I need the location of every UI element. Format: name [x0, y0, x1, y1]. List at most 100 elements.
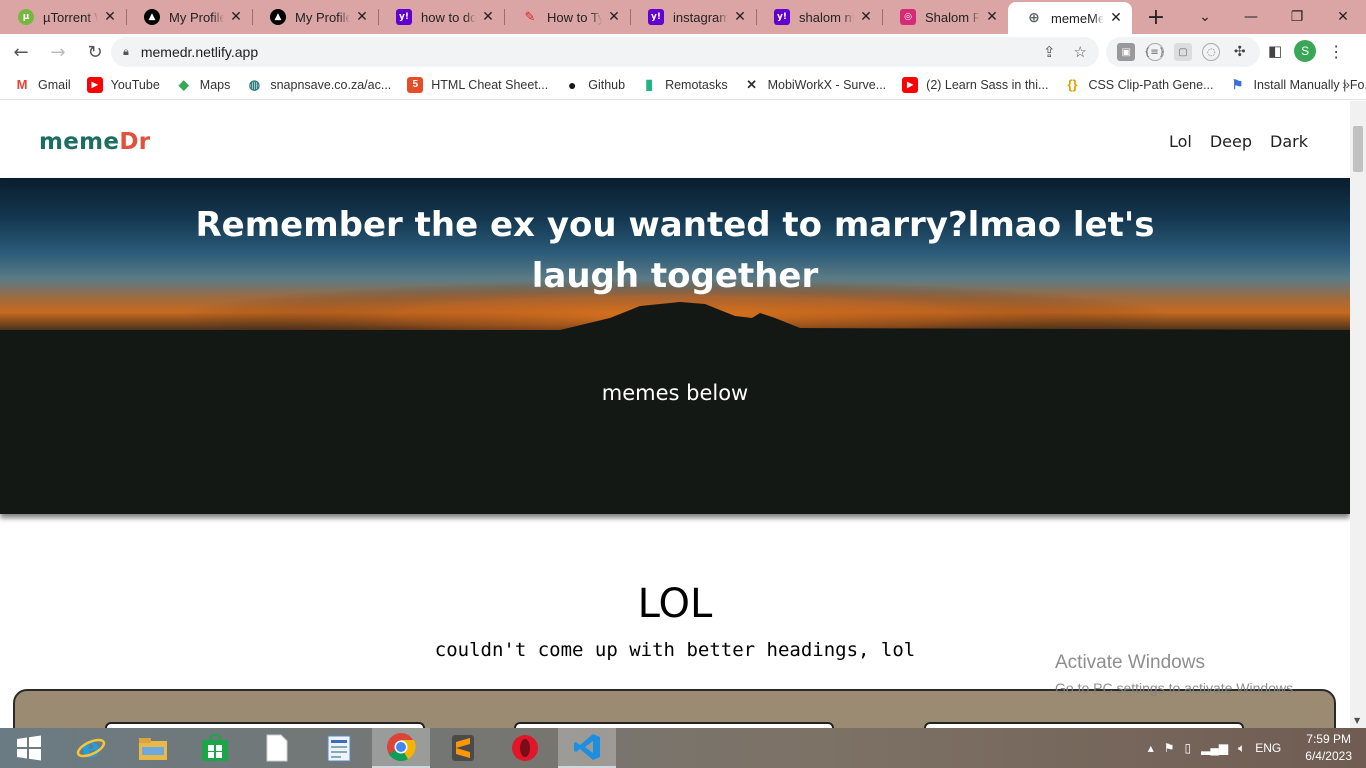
extensions-group: ▣ {≡} ▢ ◌ ✣ — [1106, 37, 1260, 67]
bookmark-item[interactable]: {} CSS Clip-Path Gene... — [1064, 77, 1213, 93]
store-icon[interactable] — [186, 728, 244, 768]
tab-item[interactable]: y! shalom nya✕ — [756, 2, 882, 32]
back-arrow-icon[interactable]: ← — [5, 36, 37, 68]
tab-item[interactable]: y! instagram -✕ — [630, 2, 756, 32]
address-bar[interactable]: 🔒︎ memedr.netlify.app ⇪ ☆ — [111, 37, 1099, 67]
vscode-icon[interactable] — [558, 728, 616, 768]
close-icon[interactable]: ✕ — [228, 9, 244, 25]
extension-icon[interactable]: ▢ — [1173, 43, 1192, 61]
chevron-up-icon[interactable]: ▴ — [1148, 741, 1154, 755]
tab-title: My Profile — [295, 9, 350, 25]
close-icon[interactable]: ✕ — [858, 9, 874, 25]
close-icon[interactable]: ✕ — [1108, 10, 1124, 26]
bookmark-item[interactable]: 5 HTML Cheat Sheet... — [407, 76, 548, 93]
page-scrollbar[interactable]: ▼ — [1350, 101, 1366, 728]
bookmark-item[interactable]: ◍ snapnsave.co.za/ac... — [246, 76, 392, 93]
url-text[interactable]: memedr.netlify.app — [141, 44, 258, 60]
forward-arrow-icon[interactable]: → — [42, 36, 74, 68]
share-icon[interactable]: ⇪ — [1043, 43, 1056, 61]
close-icon[interactable]: ✕ — [984, 9, 1000, 25]
new-tab-button[interactable]: + — [1140, 2, 1172, 32]
close-icon[interactable]: ✕ — [354, 9, 370, 25]
document-icon[interactable] — [248, 728, 306, 768]
close-icon[interactable]: ✕ — [732, 9, 748, 25]
watermark-line-2: Go to PC settings to activate Windows. — [1055, 680, 1297, 696]
battery-icon[interactable]: ▯ — [1184, 741, 1191, 755]
windows-start-icon[interactable] — [0, 728, 58, 768]
avatar[interactable]: S — [1294, 40, 1317, 62]
restore-icon[interactable]: ❐ — [1274, 9, 1320, 25]
chevron-right-icon[interactable]: » — [1342, 76, 1350, 92]
extension-icon[interactable]: ◌ — [1202, 43, 1221, 61]
bookmark-label: Github — [588, 77, 626, 92]
tab-strip: µµTorrent Web✕▲My Profile✕▲My Profile✕y!… — [0, 0, 1366, 34]
minimize-icon[interactable]: — — [1228, 9, 1274, 25]
triangle-logo-icon: ▲ — [144, 9, 160, 25]
bookmark-item[interactable]: ▶ YouTube — [86, 76, 160, 93]
nav-link-dark[interactable]: Dark — [1270, 132, 1308, 151]
tab-search-icon[interactable]: ⌄ — [1182, 9, 1228, 25]
close-window-icon[interactable]: ✕ — [1320, 9, 1366, 25]
site-logo[interactable]: memeDr — [39, 129, 150, 155]
clock-date: 6/4/2023 — [1305, 749, 1352, 763]
lock-icon: 🔒︎ — [123, 45, 129, 58]
bookmark-item[interactable]: ● Github — [564, 77, 625, 93]
page-viewport: memeDr Lol Deep Dark Remember the ex you… — [0, 101, 1366, 728]
bookmark-item[interactable]: ✕ MobiWorkX - Surve... — [744, 77, 886, 93]
scrollbar-thumb[interactable] — [1353, 126, 1363, 172]
close-icon[interactable]: ✕ — [102, 9, 118, 25]
yahoo-icon: y! — [648, 9, 664, 25]
reload-icon[interactable]: ↻ — [79, 36, 111, 68]
tab-item[interactable]: ▲ My Profile ✕ — [126, 2, 252, 32]
tab-title: My Profile — [169, 9, 224, 25]
svg-text:e: e — [82, 733, 100, 763]
tab-item[interactable]: y! how to do l✕ — [378, 2, 504, 32]
extension-icon[interactable]: ▣ — [1117, 43, 1136, 61]
gmail-icon: M — [16, 77, 28, 92]
bookmark-label: Gmail — [38, 77, 71, 92]
utorrent-icon: µ — [18, 9, 34, 25]
bookmark-item[interactable]: M Gmail — [14, 77, 71, 93]
system-tray: ▴ ⚑ ▯ ▂▄▆ 🔈︎ ENG 7:59 PM 6/4/2023 — [1148, 728, 1352, 768]
close-icon[interactable]: ✕ — [606, 9, 622, 25]
menu-icon[interactable]: ⋮ — [1328, 42, 1344, 61]
nav-link-deep[interactable]: Deep — [1210, 132, 1252, 151]
side-panel-icon[interactable]: ◧ — [1268, 42, 1282, 60]
tab-active[interactable]: ⊕ memeMe ✕ — [1008, 2, 1132, 34]
nav-link-lol[interactable]: Lol — [1169, 132, 1192, 151]
signal-icon[interactable]: ▂▄▆ — [1201, 741, 1228, 755]
wordpad-icon[interactable] — [310, 728, 368, 768]
file-explorer-icon[interactable] — [124, 728, 182, 768]
hero-banner: Remember the ex you wanted to marry?lmao… — [0, 178, 1350, 514]
tab-title: µTorrent Web — [43, 9, 98, 25]
bookmark-item[interactable]: ◆ Maps — [176, 77, 231, 93]
clock[interactable]: 7:59 PM 6/4/2023 — [1305, 731, 1352, 765]
json-extension-icon[interactable]: {≡} — [1144, 43, 1165, 61]
close-icon[interactable]: ✕ — [480, 9, 496, 25]
watermark-line-1: Activate Windows — [1055, 652, 1205, 673]
scroll-down-arrow-icon[interactable]: ▼ — [1354, 716, 1360, 725]
tab-item[interactable]: µ µTorrent Web✕ — [0, 2, 126, 32]
volume-icon[interactable]: 🔈︎ — [1238, 741, 1245, 756]
window-controls: ⌄ — ❐ ✕ — [1182, 0, 1366, 34]
bookmark-star-icon[interactable]: ☆ — [1074, 43, 1087, 61]
yahoo-icon: y! — [396, 9, 412, 25]
tab-item[interactable]: ✎ How to Typ✕ — [504, 2, 630, 32]
bookmark-item[interactable]: ▮ Remotasks — [641, 76, 727, 93]
puzzle-icon[interactable]: ✣ — [1231, 43, 1249, 61]
sublime-text-icon[interactable] — [434, 728, 492, 768]
tab-title: memeMe — [1051, 10, 1104, 26]
tab-item[interactable]: ◎ Shalom Phi✕ — [882, 2, 1008, 32]
globe-icon: ⊕ — [1028, 10, 1040, 26]
internet-explorer-icon[interactable]: e — [62, 728, 120, 768]
opera-icon[interactable] — [496, 728, 554, 768]
bookmark-item[interactable]: ▶ (2) Learn Sass in thi... — [902, 76, 1048, 93]
youtube-icon: ▶ — [902, 76, 919, 93]
flag-icon[interactable]: ⚑ — [1164, 741, 1175, 755]
chrome-icon[interactable] — [372, 728, 430, 768]
section-title-lol: LOL — [637, 581, 713, 627]
language-indicator[interactable]: ENG — [1255, 741, 1281, 755]
tab-item[interactable]: ▲ My Profile ✕ — [252, 2, 378, 32]
browser-toolbar: ← → ↻ 🔒︎ memedr.netlify.app ⇪ ☆ ▣ {≡} ▢ … — [0, 34, 1366, 70]
snapnsave-icon: ◍ — [248, 76, 261, 92]
